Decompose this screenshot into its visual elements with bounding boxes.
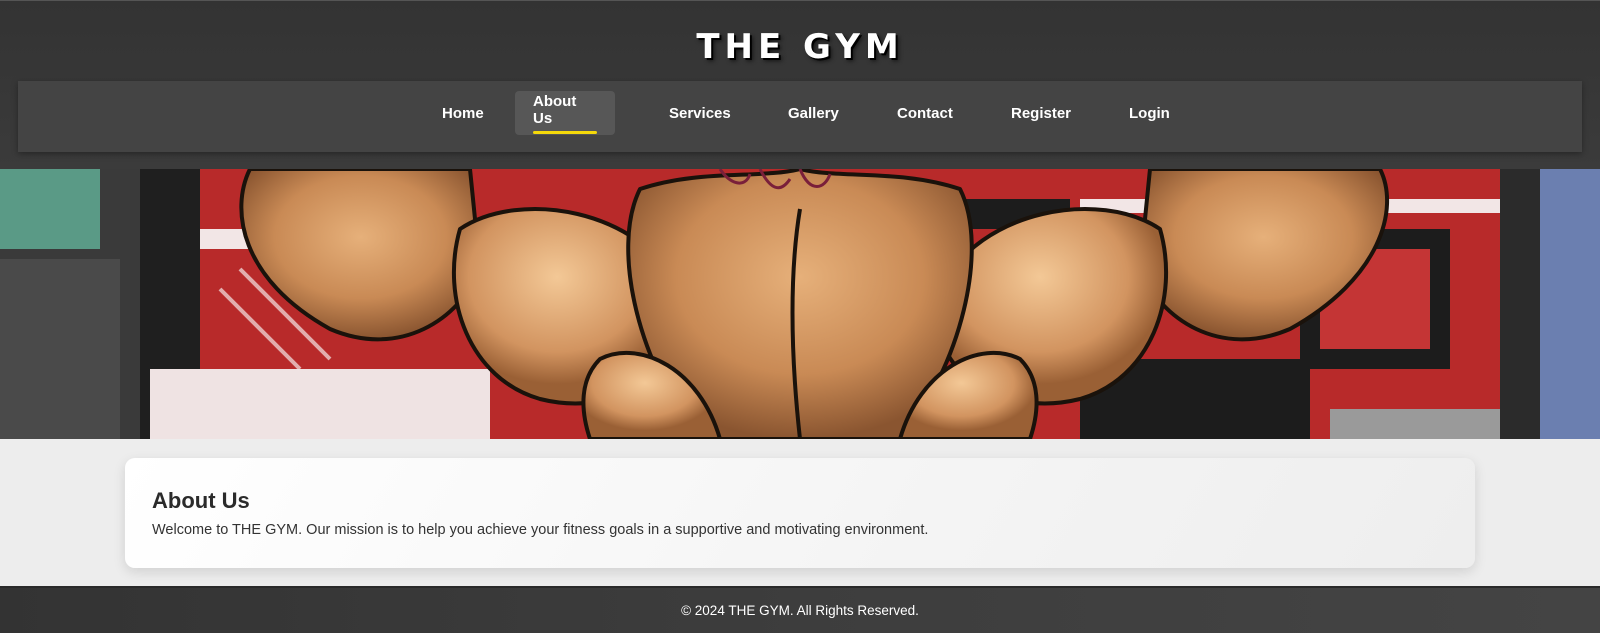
nav-contact[interactable]: Contact [879, 91, 971, 135]
about-heading: About Us [152, 488, 250, 513]
nav-services[interactable]: Services [651, 91, 749, 135]
active-underline [533, 130, 597, 134]
about-text: Welcome to THE GYM. Our mission is to he… [152, 522, 929, 538]
nav-home[interactable]: Home [424, 91, 502, 135]
nav-services-label: Services [669, 104, 731, 122]
nav-login-label: Login [1129, 104, 1170, 122]
footer-copyright: © 2024 THE GYM. All Rights Reserved. [681, 603, 919, 618]
nav-gallery[interactable]: Gallery [770, 91, 857, 135]
nav-register-label: Register [1011, 104, 1072, 122]
hero-banner [0, 169, 1600, 439]
hero-illustration [0, 169, 1600, 439]
nav-login[interactable]: Login [1111, 91, 1188, 135]
main-nav: Home About Us Services Gallery Contact R… [18, 81, 1582, 152]
site-title: THE GYM [696, 27, 904, 67]
nav-contact-label: Contact [897, 104, 953, 122]
nav-about-us[interactable]: About Us [515, 91, 615, 135]
nav-about-us-label: About Us [533, 92, 577, 127]
about-card: About Us Welcome to THE GYM. Our mission… [125, 458, 1475, 568]
site-footer: © 2024 THE GYM. All Rights Reserved. [0, 586, 1600, 633]
nav-register[interactable]: Register [993, 91, 1089, 135]
nav-gallery-label: Gallery [788, 104, 839, 122]
nav-home-label: Home [442, 104, 484, 122]
site-header: THE GYM Home About Us Services Gallery C… [0, 0, 1600, 169]
